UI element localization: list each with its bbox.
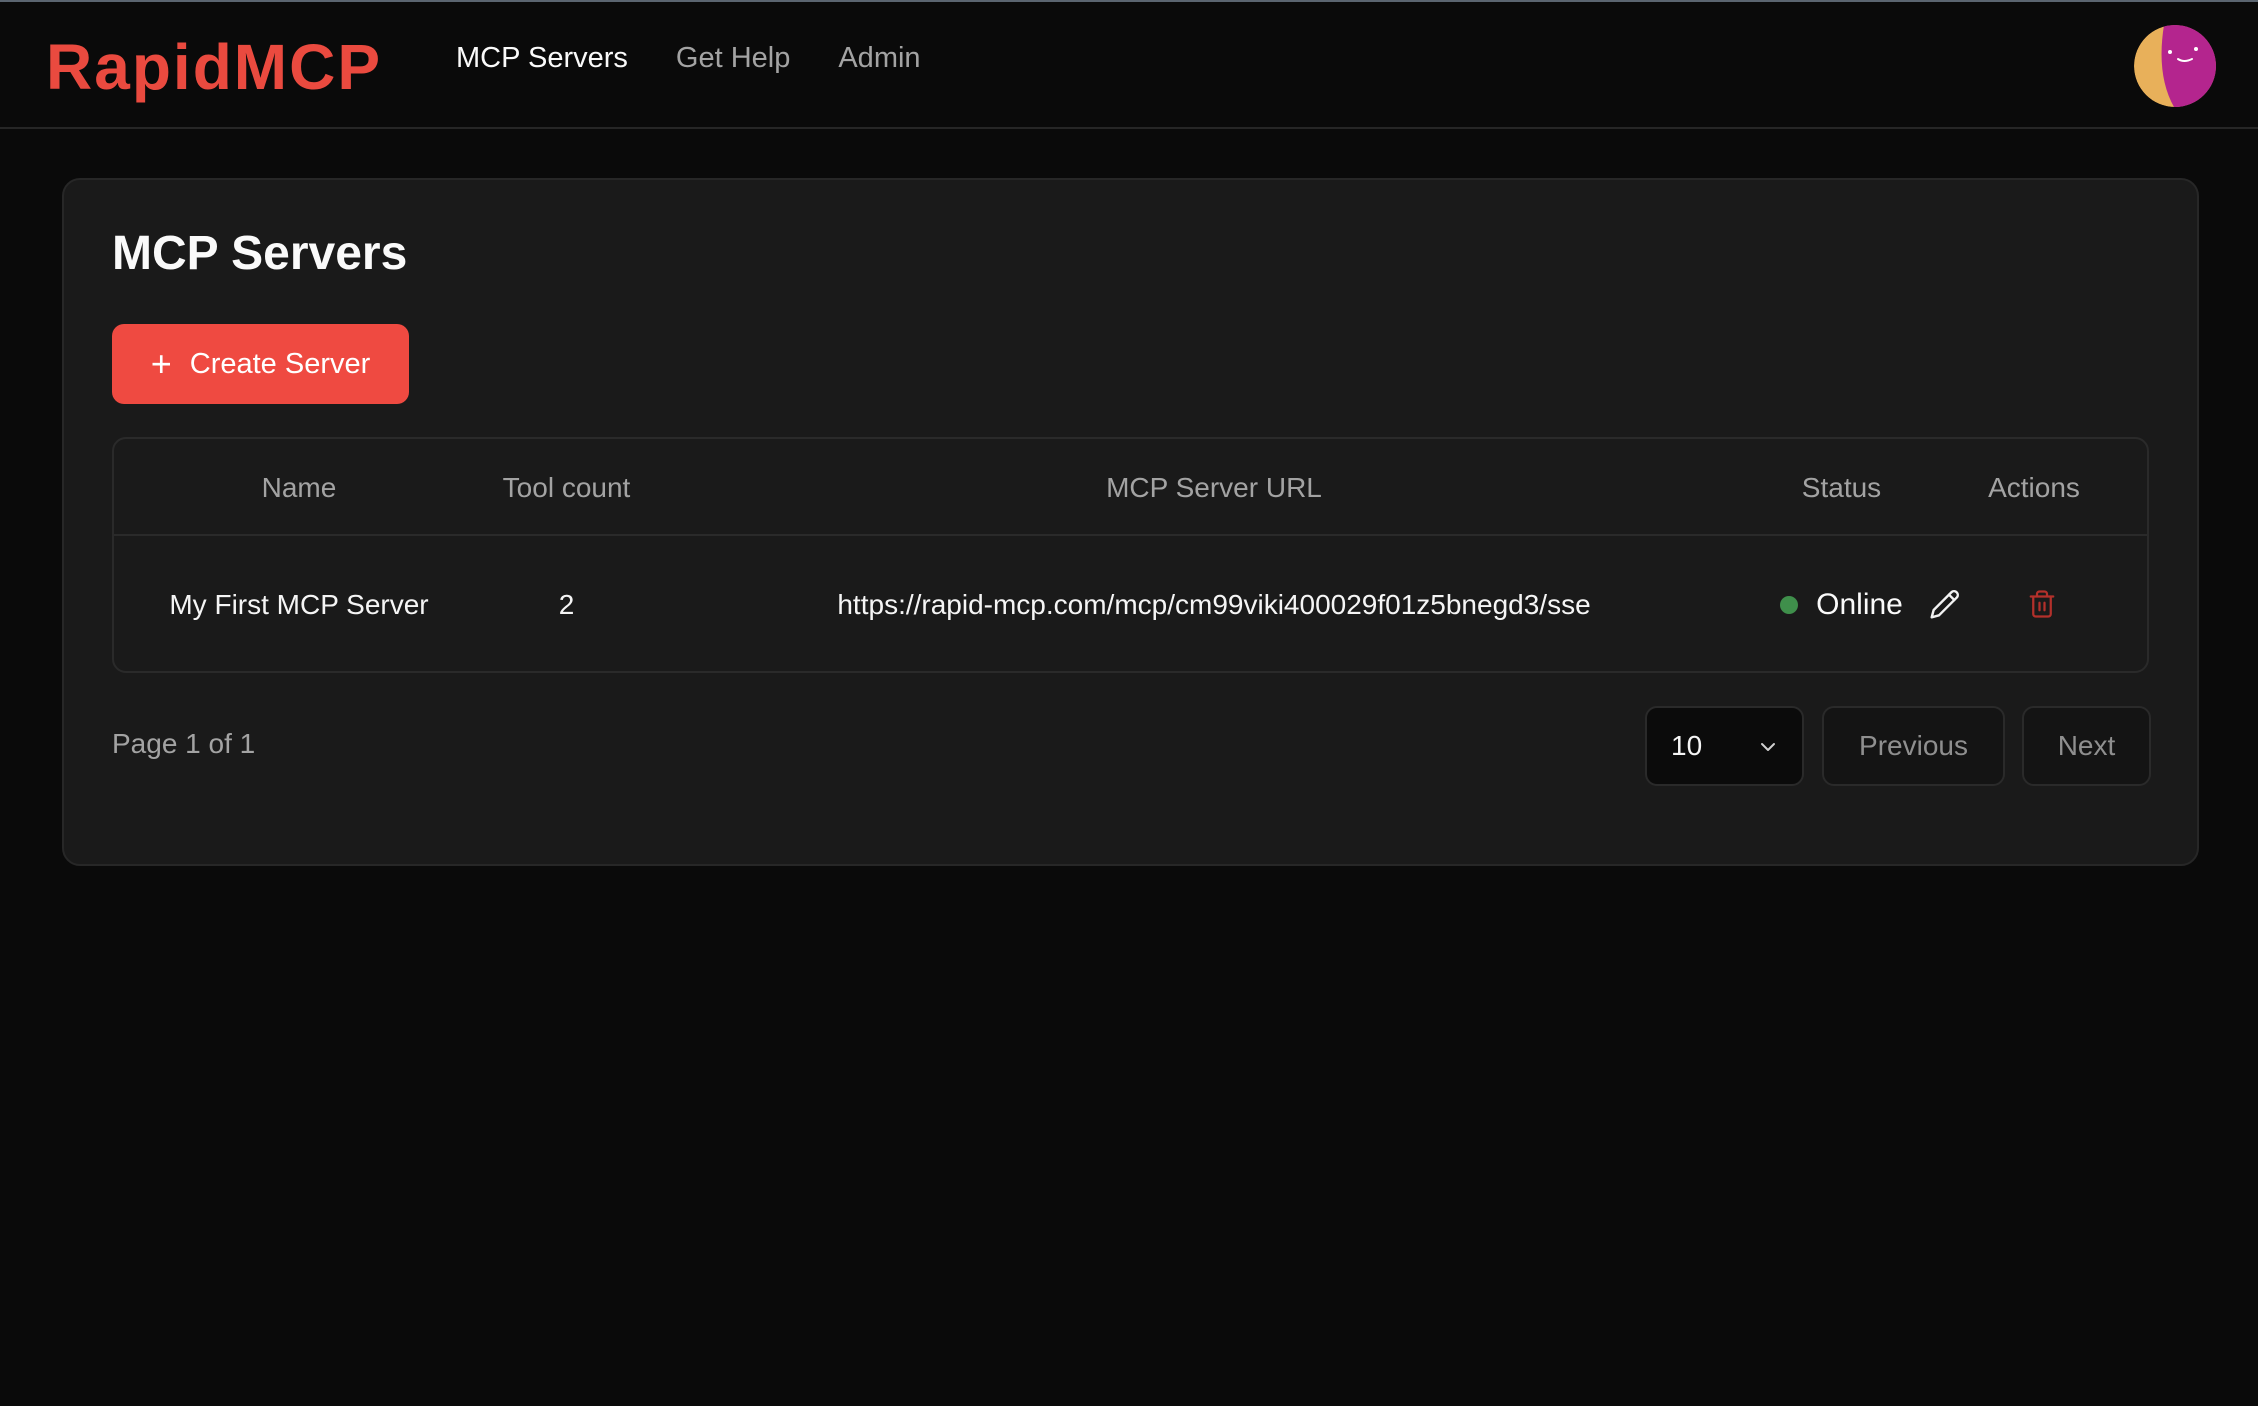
column-header-name: Name [261,471,337,503]
smiley-avatar-icon [2134,25,2216,107]
table-row[interactable]: My First MCP Server 2 https://rapid-mcp.… [114,536,2147,671]
servers-table: Name Tool count MCP Server URL Status Ac… [112,437,2149,673]
pencil-icon [1930,590,1959,619]
servers-card: MCP Servers + Create Server Name Tool co… [62,178,2199,866]
table-header: Name Tool count MCP Server URL Status Ac… [114,439,2147,536]
status-online-dot [1780,595,1799,614]
nav-item-get-help[interactable]: Get Help [676,42,790,75]
column-header-url: MCP Server URL [1106,471,1322,503]
create-server-label: Create Server [189,347,371,380]
edit-server-button[interactable] [1920,579,1970,629]
previous-page-button[interactable]: Previous [1822,706,2005,786]
nav-item-admin[interactable]: Admin [838,42,920,75]
user-avatar[interactable] [2134,25,2216,107]
page-title: MCP Servers [112,227,408,280]
page-size-value: 10 [1671,730,1703,761]
next-page-button[interactable]: Next [2022,706,2151,786]
chevron-down-icon [1761,743,1775,751]
plus-icon: + [150,343,172,384]
server-tool-count: 2 [558,588,575,620]
pagination-info: Page 1 of 1 [112,728,256,759]
column-header-actions: Actions [1988,471,2080,503]
rapidmcp-logo[interactable]: RapidMCP [46,32,382,102]
create-server-button[interactable]: + Create Server [112,324,409,404]
status-badge: Online [1816,587,1903,621]
server-name: My First MCP Server [169,588,429,620]
server-status: Online [1739,536,1944,671]
column-header-tool-count: Tool count [502,471,631,503]
server-url[interactable]: https://rapid-mcp.com/mcp/cm99viki400029… [689,536,1739,671]
nav-item-mcp-servers[interactable]: MCP Servers [456,42,628,75]
top-navbar: RapidMCP MCP Servers Get Help Admin [0,2,2258,129]
trash-icon [2029,590,2055,618]
page-size-select[interactable]: 10 [1645,706,1804,786]
delete-server-button[interactable] [2017,579,2067,629]
main-nav: MCP Servers Get Help Admin [456,42,921,75]
column-header-status: Status [1801,471,1882,503]
